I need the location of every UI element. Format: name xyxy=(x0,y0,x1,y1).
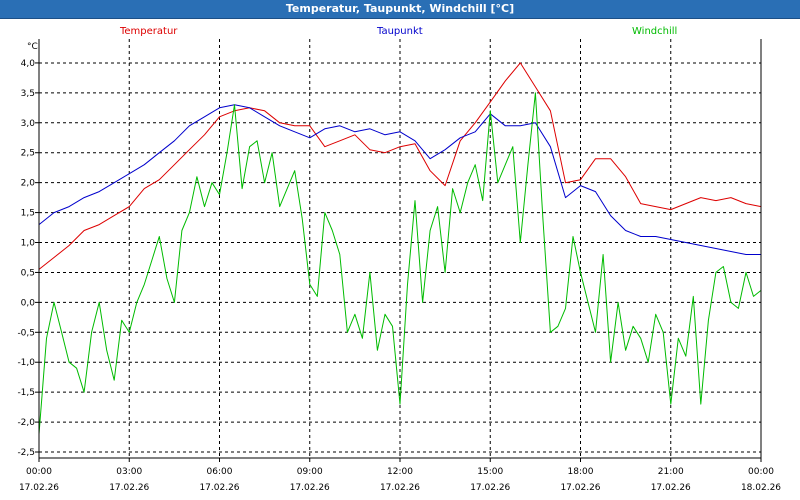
y-tick-label: 1,5 xyxy=(21,209,35,219)
y-tick-label: -1,5 xyxy=(17,388,35,398)
x-tick-date: 17.02.26 xyxy=(651,483,691,493)
y-tick-label: 4,0 xyxy=(21,59,36,69)
plot-background xyxy=(0,19,800,500)
chart-area: -2,5 -2,0 -1,5 -1,0 -0,5 0,0 0,5 1,0 1,5 2,0 2,5 3,… xyxy=(0,19,800,500)
x-tick-date: 18.02.26 xyxy=(741,483,781,493)
x-tick-time: 15:00 xyxy=(477,467,503,477)
y-axis-label: °C xyxy=(27,42,38,52)
x-tick-time: 03:00 xyxy=(116,467,142,477)
x-tick-time: 00:00 xyxy=(748,467,774,477)
x-tick-date: 17.02.26 xyxy=(109,483,149,493)
y-tick-label: 3,0 xyxy=(21,119,36,129)
y-tick-label: 2,5 xyxy=(21,149,35,159)
x-tick-time: 09:00 xyxy=(297,467,323,477)
x-tick-date: 17.02.26 xyxy=(199,483,239,493)
y-tick-label: -2,0 xyxy=(17,418,35,428)
y-tick-label: 0,5 xyxy=(21,268,35,278)
x-tick-date: 17.02.26 xyxy=(290,483,330,493)
y-tick-label: 0,0 xyxy=(21,298,36,308)
y-tick-label: 3,5 xyxy=(21,89,35,99)
x-tick-time: 00:00 xyxy=(26,467,52,477)
x-tick-date: 17.02.26 xyxy=(560,483,600,493)
y-tick-label: -1,0 xyxy=(17,358,35,368)
y-tick-label: -2,5 xyxy=(17,448,35,458)
x-tick-date: 17.02.26 xyxy=(380,483,420,493)
x-tick-time: 12:00 xyxy=(387,467,413,477)
x-tick-time: 06:00 xyxy=(207,467,233,477)
legend-taupunkt: Taupunkt xyxy=(376,26,423,37)
chart-title: Temperatur, Taupunkt, Windchill [°C] xyxy=(0,0,800,19)
legend-temperatur: Temperatur xyxy=(119,26,178,37)
x-tick-time: 18:00 xyxy=(568,467,594,477)
legend-windchill: Windchill xyxy=(632,26,677,37)
y-tick-label: -0,5 xyxy=(17,328,35,338)
x-tick-date: 17.02.26 xyxy=(19,483,59,493)
x-tick-time: 21:00 xyxy=(658,467,684,477)
x-tick-date: 17.02.26 xyxy=(470,483,510,493)
y-tick-label: 2,0 xyxy=(21,179,36,189)
y-tick-label: 1,0 xyxy=(21,239,36,249)
